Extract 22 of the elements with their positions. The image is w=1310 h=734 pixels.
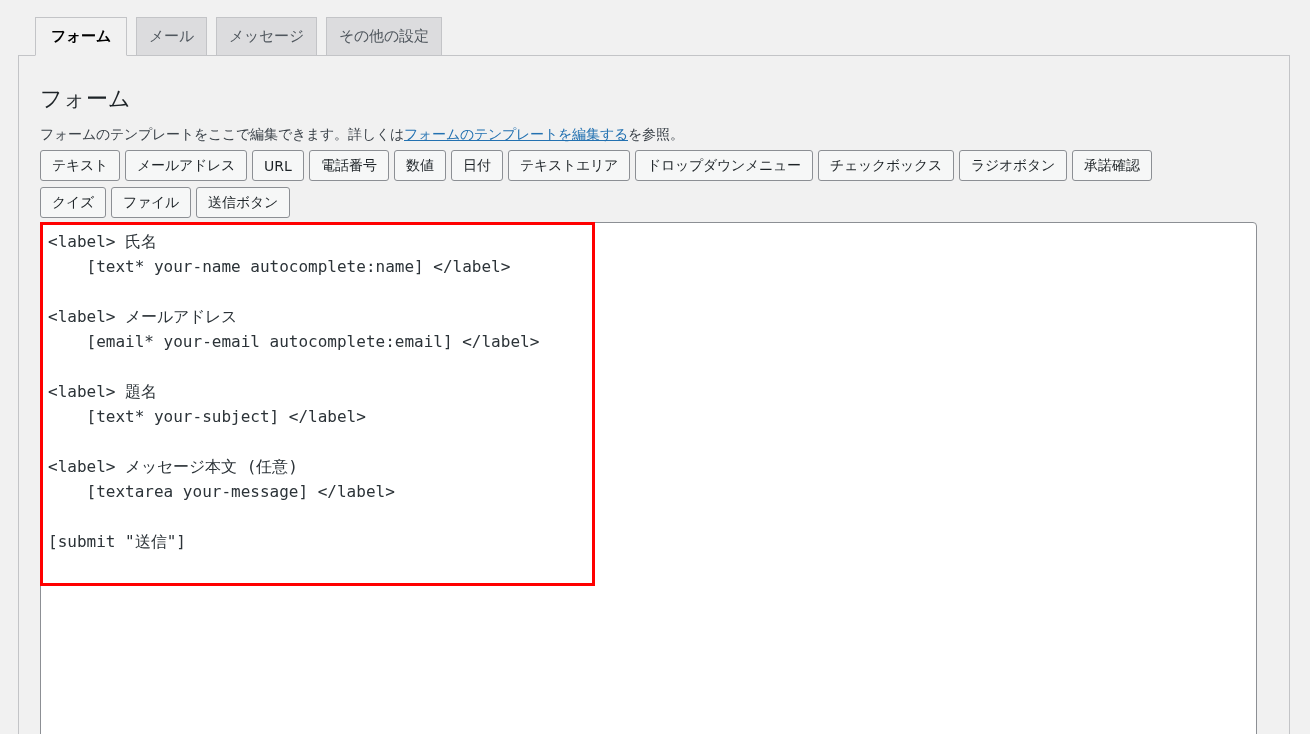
tag-button[interactable]: 数値 [393, 150, 446, 181]
tag-button[interactable]: メールアドレス [125, 150, 247, 181]
tag-button[interactable]: ドロップダウンメニュー [634, 150, 813, 181]
template-editor[interactable]: <label> 氏名 [text* your-name autocomplete:name] </label> <label> メールアドレス [email* your-email autocomplete:email] </label> <label> 題名 [text* your-subject] </label> <label> メッセージ本文 (任意) [textarea your-message] </label> [submit "送信"] [40, 222, 1257, 734]
tag-button[interactable]: チェックボックス [817, 150, 954, 181]
tag-button[interactable]: 承諾確認 [1071, 150, 1152, 181]
tag-button[interactable]: テキストエリア [507, 150, 630, 181]
tag-button[interactable]: 送信ボタン [196, 187, 290, 218]
tag-button[interactable]: ファイル [111, 187, 191, 218]
tag-button[interactable]: URL [252, 150, 304, 181]
tab[interactable]: フォーム [35, 17, 127, 56]
tag-button[interactable]: 日付 [450, 150, 503, 181]
tag-button[interactable]: ラジオボタン [958, 150, 1067, 181]
tab[interactable]: その他の設定 [326, 17, 442, 56]
panel-heading: フォーム [40, 85, 131, 113]
tab[interactable]: メッセージ [216, 17, 317, 56]
tag-button[interactable]: テキスト [40, 150, 120, 181]
description-text: フォームのテンプレートをここで編集できます。詳しくはフォームのテンプレートを編集する を参照。 [40, 126, 684, 144]
template-docs-link[interactable]: フォームのテンプレートを編集する [404, 126, 628, 142]
tab[interactable]: メール [136, 17, 207, 56]
tag-button[interactable]: 電話番号 [308, 150, 389, 181]
tag-button[interactable]: クイズ [40, 187, 106, 218]
